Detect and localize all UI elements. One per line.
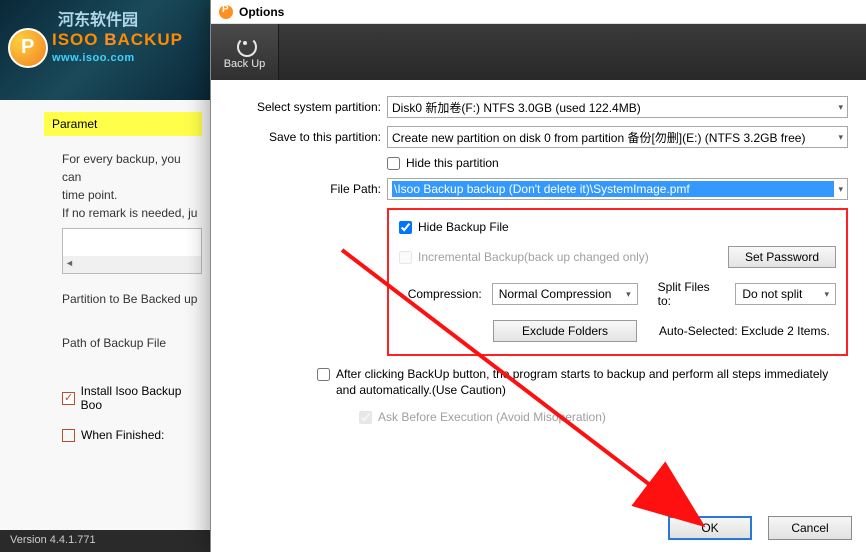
select-partition-dropdown[interactable]: Disk0 新加卷(F:) NTFS 3.0GB (used 122.4MB) … <box>387 96 848 118</box>
dialog-title: Options <box>239 5 284 19</box>
checkbox-input <box>359 411 372 424</box>
label-compression: Compression: <box>399 287 482 301</box>
filepath-combo[interactable]: \Isoo Backup backup (Don't delete it)\Sy… <box>387 178 848 200</box>
select-partition-value: Disk0 新加卷(F:) NTFS 3.0GB (used 122.4MB) <box>392 99 641 116</box>
highlighted-options-group: Hide Backup File Incremental Backup(back… <box>387 208 848 356</box>
options-dialog: Options Back Up Select system partition:… <box>210 0 866 552</box>
chevron-down-icon: ▾ <box>838 184 843 195</box>
label-path: Path of Backup File <box>62 336 202 350</box>
exclude-folders-button[interactable]: Exclude Folders <box>493 320 637 342</box>
tab-strip: Back Up <box>211 24 866 80</box>
checkbox-icon[interactable] <box>62 429 75 442</box>
install-check[interactable]: Install Isoo Backup Boo <box>62 384 202 412</box>
compression-value: Normal Compression <box>499 287 612 301</box>
label-save-partition: Save to this partition: <box>229 130 387 144</box>
parameters-header: Paramet <box>44 112 202 136</box>
incremental-label: Incremental Backup(back up changed only) <box>418 250 649 264</box>
tab-backup[interactable]: Back Up <box>211 24 279 80</box>
when-label: When Finished: <box>81 428 164 442</box>
brand-url: www.isoo.com <box>52 52 135 64</box>
chevron-down-icon: ▾ <box>838 102 843 113</box>
incremental-backup-checkbox: Incremental Backup(back up changed only) <box>399 250 649 264</box>
app-body-bg: Paramet For every backup, you can time p… <box>0 100 210 530</box>
save-partition-dropdown[interactable]: Create new partition on disk 0 from part… <box>387 126 848 148</box>
ask-before-label: Ask Before Execution (Avoid Misoperation… <box>378 410 606 424</box>
split-value: Do not split <box>742 287 802 301</box>
dialog-titlebar: Options <box>211 0 866 24</box>
dialog-footer: OK Cancel <box>668 516 852 540</box>
remark-listbox[interactable] <box>62 228 202 274</box>
app-icon <box>219 5 233 19</box>
app-footer: Version 4.4.1.771 <box>0 530 210 552</box>
cancel-button[interactable]: Cancel <box>768 516 852 540</box>
chevron-down-icon: ▾ <box>626 289 631 300</box>
label-select-partition: Select system partition: <box>229 100 387 114</box>
auto-backup-label: After clicking BackUp button, the progra… <box>336 366 846 398</box>
save-partition-value: Create new partition on disk 0 from part… <box>392 129 805 146</box>
backup-icon <box>234 35 256 55</box>
tab-label: Back Up <box>224 58 266 70</box>
hide-partition-label: Hide this partition <box>406 156 499 170</box>
hide-backup-file-label: Hide Backup File <box>418 220 509 234</box>
checkbox-input <box>399 251 412 264</box>
app-header: 河东软件园 ISOO BACKUP www.isoo.com <box>0 0 210 100</box>
brand-title: ISOO BACKUP <box>52 30 183 50</box>
chevron-down-icon: ▾ <box>824 289 829 300</box>
checkbox-input[interactable] <box>317 368 330 381</box>
set-password-button[interactable]: Set Password <box>728 246 836 268</box>
checkbox-input[interactable] <box>387 157 400 170</box>
options-form: Select system partition: Disk0 新加卷(F:) N… <box>211 80 866 424</box>
when-finished-check[interactable]: When Finished: <box>62 428 202 442</box>
scrollbar[interactable] <box>63 256 201 273</box>
split-dropdown[interactable]: Do not split ▾ <box>735 283 836 305</box>
desc-text: For every backup, you can time point. If… <box>62 150 202 222</box>
ask-before-execution-checkbox: Ask Before Execution (Avoid Misoperation… <box>359 410 848 424</box>
label-partition: Partition to Be Backed up <box>62 292 202 306</box>
chevron-down-icon: ▾ <box>838 132 843 143</box>
filepath-value: \Isoo Backup backup (Don't delete it)\Sy… <box>392 181 834 197</box>
auto-backup-checkbox[interactable]: After clicking BackUp button, the progra… <box>317 366 848 398</box>
label-filepath: File Path: <box>229 182 387 196</box>
checkbox-icon[interactable] <box>62 392 75 405</box>
label-split: Split Files to: <box>658 280 726 308</box>
install-label: Install Isoo Backup Boo <box>81 384 202 412</box>
checkbox-input[interactable] <box>399 221 412 234</box>
hide-backup-file-checkbox[interactable]: Hide Backup File <box>399 220 836 234</box>
app-logo-icon <box>8 28 48 68</box>
auto-selected-text: Auto-Selected: Exclude 2 Items. <box>659 324 830 338</box>
compression-dropdown[interactable]: Normal Compression ▾ <box>492 283 638 305</box>
brand-cn: 河东软件园 <box>58 6 138 30</box>
hide-partition-checkbox[interactable]: Hide this partition <box>387 156 499 170</box>
ok-button[interactable]: OK <box>668 516 752 540</box>
